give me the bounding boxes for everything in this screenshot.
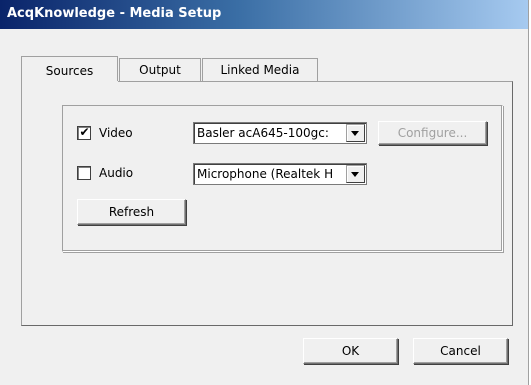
audio-device-select[interactable]: Microphone (Realtek H [193,163,367,185]
tab-linked-media[interactable]: Linked Media [202,58,318,81]
audio-device-value: Microphone (Realtek H [197,167,334,181]
ok-button[interactable]: OK [303,338,398,364]
active-tab-join [22,81,118,83]
video-label: Video [99,126,133,140]
configure-button[interactable]: Configure... [378,121,487,145]
video-device-value: Basler acA645-100gc: [197,126,329,140]
refresh-button[interactable]: Refresh [77,199,186,225]
window-title: AcqKnowledge - Media Setup [7,6,222,21]
tab-output[interactable]: Output [119,58,201,81]
media-setup-dialog: AcqKnowledge - Media Setup Sources Outpu… [0,0,529,385]
chevron-down-icon[interactable] [346,124,365,142]
cancel-button[interactable]: Cancel [413,338,508,364]
title-bar[interactable]: AcqKnowledge - Media Setup [0,0,528,29]
checkmark-icon: ✔ [79,125,90,139]
audio-label: Audio [99,166,134,180]
chevron-down-icon[interactable] [346,165,365,183]
video-checkbox[interactable]: ✔ [77,125,91,140]
video-device-select[interactable]: Basler acA645-100gc: [193,122,367,144]
audio-checkbox[interactable] [77,166,91,180]
sources-panel: ✔ Video Basler acA645-100gc: Configure..… [21,81,513,326]
tab-sources[interactable]: Sources [21,56,118,83]
